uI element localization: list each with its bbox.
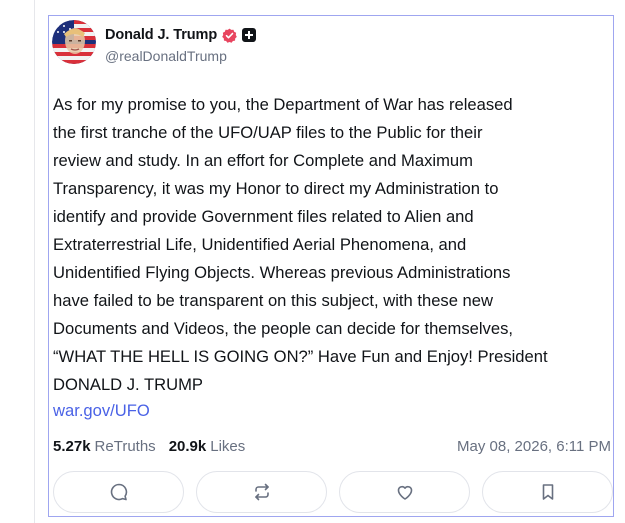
avatar[interactable] bbox=[52, 20, 96, 64]
retruths-label[interactable]: ReTruths bbox=[95, 438, 156, 455]
likes-count[interactable]: 20.9k bbox=[169, 438, 207, 455]
author-display-name[interactable]: Donald J. Trump bbox=[105, 27, 217, 43]
like-heart-icon bbox=[397, 485, 412, 500]
post-card: Donald J. Trump @realDonaldTrump As for … bbox=[48, 15, 614, 517]
bookmark-button[interactable] bbox=[482, 471, 613, 513]
reply-button[interactable] bbox=[53, 471, 184, 513]
likes-label[interactable]: Likes bbox=[210, 438, 245, 455]
reply-icon bbox=[110, 483, 127, 501]
left-divider bbox=[34, 0, 35, 523]
verified-badge-icon bbox=[222, 28, 237, 43]
retruth-icon bbox=[254, 483, 269, 501]
like-button[interactable] bbox=[339, 471, 470, 513]
retruths-count[interactable]: 5.27k bbox=[53, 438, 91, 455]
action-bar bbox=[53, 471, 613, 515]
post-link[interactable]: war.gov/UFO bbox=[53, 399, 150, 423]
post-text: As for my promise to you, the Department… bbox=[53, 95, 548, 394]
avatar-flag-portrait-icon bbox=[52, 20, 96, 64]
bookmark-icon bbox=[542, 484, 553, 500]
post-stats: 5.27k ReTruths 20.9k Likes May 08, 2026,… bbox=[53, 435, 611, 457]
post-timestamp[interactable]: May 08, 2026, 6:11 PM bbox=[457, 438, 611, 455]
author-name-row: Donald J. Trump bbox=[105, 25, 257, 45]
author-handle[interactable]: @realDonaldTrump bbox=[105, 48, 227, 64]
plus-badge-icon bbox=[242, 28, 257, 42]
retruth-button[interactable] bbox=[196, 471, 327, 513]
